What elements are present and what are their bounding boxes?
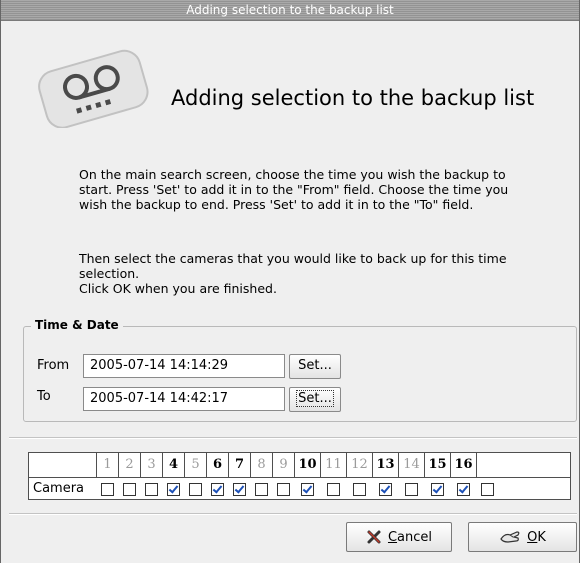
camera-number-4: 4 [163, 453, 185, 477]
camera-checkbox-cell-12 [346, 478, 372, 500]
camera-number-14: 14 [399, 453, 425, 477]
camera-checkbox-15[interactable] [430, 482, 444, 496]
separator [9, 437, 577, 439]
camera-number-13: 13 [373, 453, 399, 477]
camera-checkbox-cell-extra [476, 478, 498, 500]
camera-checkbox-cell-16 [450, 478, 476, 500]
from-label: From [37, 358, 70, 373]
camera-checkbox-12[interactable] [352, 482, 366, 496]
dialog-heading: Adding selection to the backup list [171, 86, 535, 110]
camera-checkbox-cell-10 [294, 478, 320, 500]
camera-number-11: 11 [321, 453, 347, 477]
camera-header-tail [477, 453, 570, 477]
camera-checkbox-cell-13 [372, 478, 398, 500]
camera-number-10: 10 [295, 453, 321, 477]
title-bar[interactable]: Adding selection to the backup list [1, 0, 579, 21]
camera-selection-table: 1 2 3 4 5 6 7 8 9 10 11 12 13 14 15 16 Camera [28, 452, 571, 500]
camera-checkbox-row: Camera [29, 478, 570, 500]
ok-button[interactable]: OK [468, 522, 577, 552]
camera-checkbox-cell-9 [272, 478, 294, 500]
instruction-text-2: Then select the cameras that you would l… [79, 251, 539, 296]
camera-checkbox-cell-2 [118, 478, 140, 500]
camera-number-row: 1 2 3 4 5 6 7 8 9 10 11 12 13 14 15 16 [29, 453, 570, 478]
camera-number-2: 2 [119, 453, 141, 477]
to-field[interactable]: 2005-07-14 14:42:17 [83, 387, 285, 411]
camera-checkbox-cell-15 [424, 478, 450, 500]
from-field[interactable]: 2005-07-14 14:14:29 [83, 354, 285, 378]
set-to-button[interactable]: Set... [289, 387, 341, 412]
camera-number-15: 15 [425, 453, 451, 477]
camera-checkbox-10[interactable] [300, 482, 314, 496]
camera-checkbox-cell-3 [140, 478, 162, 500]
camera-number-12: 12 [347, 453, 373, 477]
backup-tape-icon [31, 48, 157, 132]
camera-number-9: 9 [273, 453, 295, 477]
camera-number-1: 1 [97, 453, 119, 477]
ok-mnemonic: O [527, 529, 538, 545]
camera-checkbox-6[interactable] [210, 482, 224, 496]
set-to-button-label: Set... [296, 390, 334, 407]
camera-checkbox-cell-1 [96, 478, 118, 500]
camera-checkbox-3[interactable] [144, 482, 158, 496]
camera-checkbox-cell-4 [162, 478, 184, 500]
camera-checkbox-cell-7 [228, 478, 250, 500]
camera-checkbox-cell-5 [184, 478, 206, 500]
camera-number-5: 5 [185, 453, 207, 477]
instruction-text-2a: Then select the cameras that you would l… [79, 251, 507, 281]
camera-checkbox-5[interactable] [188, 482, 202, 496]
cancel-x-icon [367, 530, 381, 544]
set-from-button[interactable]: Set... [289, 354, 341, 379]
camera-checkbox-extra[interactable] [480, 482, 494, 496]
instruction-text-1: On the main search screen, choose the ti… [79, 167, 509, 212]
camera-number-16: 16 [451, 453, 477, 477]
camera-checkbox-cell-11 [320, 478, 346, 500]
camera-checkbox-16[interactable] [456, 482, 470, 496]
time-date-group-title: Time & Date [31, 318, 123, 332]
cancel-mnemonic: C [387, 529, 398, 545]
separator [9, 513, 577, 515]
camera-checkbox-cell-6 [206, 478, 228, 500]
camera-number-7: 7 [229, 453, 251, 477]
instruction-text-2b: Click OK when you are finished. [79, 281, 277, 296]
ok-button-label: OK [527, 530, 546, 545]
cancel-button[interactable]: Cancel [346, 522, 452, 552]
camera-checkbox-1[interactable] [100, 482, 114, 496]
camera-number-6: 6 [207, 453, 229, 477]
camera-number-8: 8 [251, 453, 273, 477]
cancel-button-label: Cancel [388, 530, 432, 545]
to-label: To [37, 389, 51, 404]
ok-label-rest: K [537, 529, 546, 545]
cancel-label-rest: ancel [397, 529, 433, 545]
camera-row-label: Camera [33, 481, 85, 496]
camera-checkbox-2[interactable] [122, 482, 136, 496]
camera-checkbox-cell-8 [250, 478, 272, 500]
camera-checkbox-4[interactable] [166, 482, 180, 496]
camera-checkbox-14[interactable] [404, 482, 418, 496]
dialog-window: Adding selection to the backup list Addi… [0, 0, 580, 563]
window-title: Adding selection to the backup list [186, 3, 394, 17]
camera-checkbox-cell-14 [398, 478, 424, 500]
camera-header-corner [29, 453, 97, 477]
ok-hand-icon [500, 531, 520, 543]
camera-checkbox-8[interactable] [254, 482, 268, 496]
camera-checkbox-9[interactable] [276, 482, 290, 496]
camera-number-3: 3 [141, 453, 163, 477]
camera-checkbox-7[interactable] [232, 482, 246, 496]
camera-checkbox-13[interactable] [378, 482, 392, 496]
camera-checkbox-11[interactable] [326, 482, 340, 496]
